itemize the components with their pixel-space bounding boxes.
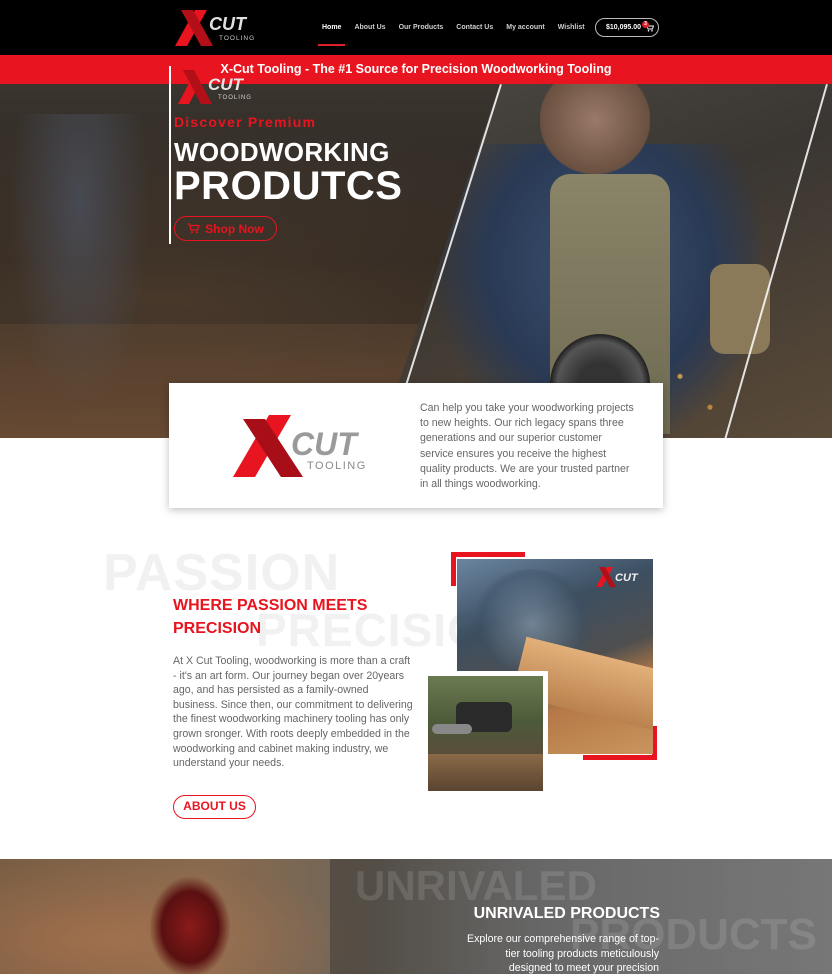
hero-logo-subtext: TOOLING	[218, 95, 252, 101]
products-paragraph: Explore our comprehensive range of top-t…	[467, 933, 659, 974]
worker-head	[540, 84, 650, 174]
cart-icon	[187, 223, 200, 234]
ghost-word-unrivaled: UNRIVALED	[355, 862, 597, 909]
main-menu: Home About Us Our Products Contact Us My…	[317, 0, 598, 55]
nav-item-about-us[interactable]: About Us	[354, 0, 385, 55]
cart-total: $10,095.00	[606, 24, 642, 31]
cart-count-badge: 3	[642, 21, 649, 28]
intro-logo-subtext: TOOLING	[307, 460, 367, 472]
cart-button[interactable]: $10,095.00 3	[595, 18, 659, 37]
hero-logo-wordmark: CUT	[208, 75, 245, 94]
shop-now-button[interactable]: Shop Now	[174, 216, 277, 241]
intro-card: CUT TOOLING Can help you take your woodw…	[169, 383, 663, 508]
cut-log	[428, 754, 543, 791]
chainsaw-image	[428, 676, 543, 791]
logo-wordmark: CUT	[209, 14, 248, 34]
nav-item-my-account[interactable]: My account	[506, 0, 545, 55]
hero-xcut-logo: CUT TOOLING	[178, 70, 252, 104]
hero-title-line2: PRODUTCS	[174, 164, 403, 208]
nav-item-our-products[interactable]: Our Products	[399, 0, 444, 55]
watermark-wordmark: CUT	[615, 572, 639, 584]
hero-eyebrow: Discover Premium	[174, 114, 317, 130]
intro-xcut-logo: CUT TOOLING	[233, 415, 367, 477]
nav-item-wishlist[interactable]: Wishlist	[558, 0, 585, 55]
top-navbar: CUT TOOLING Home About Us Our Products C…	[0, 0, 832, 55]
intro-paragraph: Can help you take your woodworking proje…	[420, 402, 634, 491]
image-watermark-logo: CUT	[596, 567, 639, 587]
xcut-logo[interactable]: CUT TOOLING	[173, 8, 263, 48]
promo-banner: X-Cut Tooling - The #1 Source for Precis…	[0, 55, 832, 84]
products-heading: UNRIVALED PRODUCTS	[473, 905, 660, 922]
nav-item-contact-us[interactable]: Contact Us	[456, 0, 493, 55]
products-saw-image	[150, 877, 230, 974]
about-us-button[interactable]: ABOUT US	[173, 795, 256, 819]
nav-item-home[interactable]: Home	[317, 0, 347, 55]
passion-heading: WHERE PASSION MEETS PRECISION	[173, 597, 368, 637]
logo-subtext: TOOLING	[219, 35, 255, 42]
hero-accent-bar	[169, 66, 171, 244]
passion-paragraph: At X Cut Tooling, woodworking is more th…	[173, 655, 413, 770]
chainsaw-bar	[432, 724, 472, 734]
shop-now-label: Shop Now	[205, 221, 264, 236]
intro-logo-wordmark: CUT	[291, 426, 359, 462]
